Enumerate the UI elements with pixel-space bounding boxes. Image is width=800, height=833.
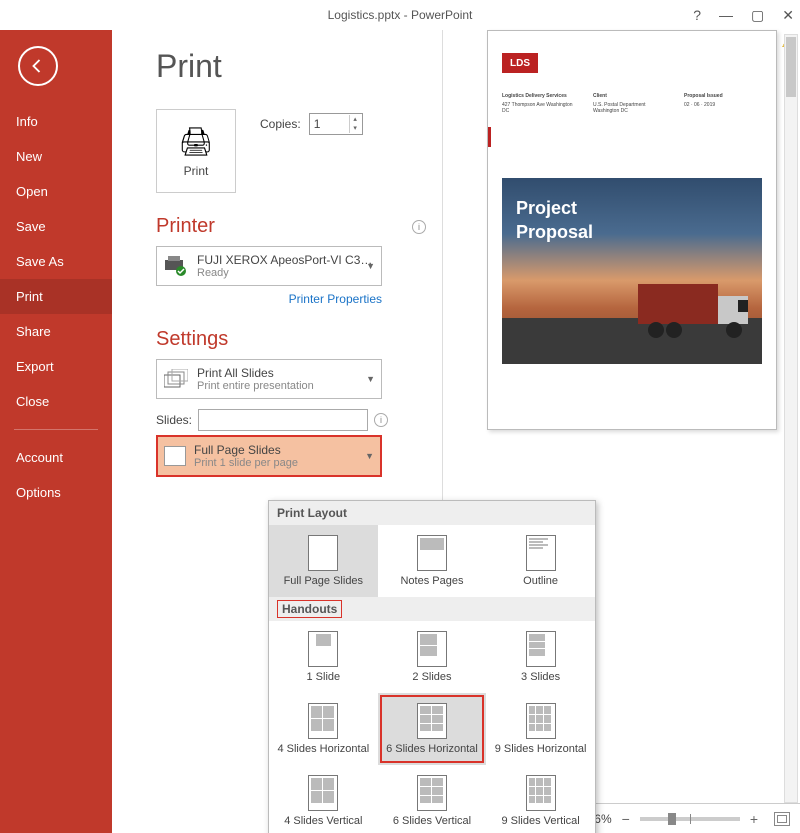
- slides-input[interactable]: [198, 409, 368, 431]
- page-layout-icon: [164, 446, 186, 466]
- printer-properties-link[interactable]: Printer Properties: [156, 292, 382, 306]
- chevron-down-icon: ▼: [365, 451, 374, 461]
- preview-scrollbar[interactable]: [784, 34, 798, 803]
- minimize-icon[interactable]: —: [719, 7, 733, 23]
- info-icon[interactable]: i: [412, 220, 426, 234]
- printer-header: Printer: [156, 215, 215, 238]
- spin-up-icon[interactable]: ▴: [350, 115, 361, 124]
- sidebar-item-options[interactable]: Options: [0, 475, 112, 510]
- zoom-slider[interactable]: [640, 817, 740, 821]
- fit-to-window-button[interactable]: [774, 812, 790, 826]
- printer-select[interactable]: FUJI XEROX ApeosPort-VI C3… Ready ▼: [156, 246, 382, 286]
- dropdown-header-layout: Print Layout: [269, 501, 595, 525]
- back-button[interactable]: [18, 46, 58, 86]
- info-icon[interactable]: i: [374, 413, 388, 427]
- copies-value: 1: [314, 117, 321, 131]
- sidebar-item-account[interactable]: Account: [0, 440, 112, 475]
- preview-logo: LDS: [502, 53, 538, 73]
- sidebar-item-export[interactable]: Export: [0, 349, 112, 384]
- sidebar-item-info[interactable]: Info: [0, 104, 112, 139]
- layout-title: Full Page Slides: [194, 443, 298, 457]
- print-range-sub: Print entire presentation: [197, 380, 314, 392]
- window-title: Logistics.pptx - PowerPoint: [328, 8, 473, 22]
- print-button-label: Print: [184, 164, 209, 178]
- sidebar-item-share[interactable]: Share: [0, 314, 112, 349]
- preview-page: LDS Logistics Delivery Services427 Thomp…: [487, 30, 777, 430]
- printer-status: Ready: [197, 267, 372, 279]
- sidebar-item-print[interactable]: Print: [0, 279, 112, 314]
- preview-slide-image: Project Proposal: [502, 178, 762, 364]
- page-title: Print: [156, 48, 442, 85]
- copies-label: Copies:: [260, 117, 301, 131]
- help-icon[interactable]: ?: [693, 7, 701, 23]
- zoom-in-button[interactable]: +: [746, 811, 762, 827]
- handout-4h[interactable]: 4 Slides Horizontal: [269, 693, 378, 765]
- layout-notes-pages[interactable]: Notes Pages: [378, 525, 487, 597]
- close-icon[interactable]: ✕: [782, 7, 794, 24]
- printer-name: FUJI XEROX ApeosPort-VI C3…: [197, 253, 372, 267]
- dropdown-header-handouts: Handouts: [269, 597, 595, 621]
- print-range-select[interactable]: Print All Slides Print entire presentati…: [156, 359, 382, 399]
- printer-icon: 🖨: [178, 125, 214, 158]
- layout-full-page[interactable]: Full Page Slides: [269, 525, 378, 597]
- layout-select[interactable]: Full Page Slides Print 1 slide per page …: [156, 435, 382, 477]
- sidebar-item-save[interactable]: Save: [0, 209, 112, 244]
- handout-6v[interactable]: 6 Slides Vertical: [378, 765, 487, 833]
- print-range-title: Print All Slides: [197, 366, 314, 380]
- handout-2[interactable]: 2 Slides: [378, 621, 487, 693]
- handout-9h[interactable]: 9 Slides Horizontal: [486, 693, 595, 765]
- maximize-icon[interactable]: ▢: [751, 7, 764, 24]
- layout-sub: Print 1 slide per page: [194, 457, 298, 469]
- zoom-out-button[interactable]: −: [618, 811, 634, 827]
- handout-4v[interactable]: 4 Slides Vertical: [269, 765, 378, 833]
- slides-label: Slides:: [156, 413, 192, 427]
- backstage-sidebar: Info New Open Save Save As Print Share E…: [0, 30, 112, 833]
- copies-stepper[interactable]: 1 ▴▾: [309, 113, 363, 135]
- sidebar-item-open[interactable]: Open: [0, 174, 112, 209]
- settings-header: Settings: [156, 328, 228, 351]
- print-button[interactable]: 🖨 Print: [156, 109, 236, 193]
- sidebar-item-close[interactable]: Close: [0, 384, 112, 419]
- printer-ready-icon: [163, 253, 189, 279]
- handout-1[interactable]: 1 Slide: [269, 621, 378, 693]
- sidebar-item-new[interactable]: New: [0, 139, 112, 174]
- layout-outline[interactable]: Outline: [486, 525, 595, 597]
- sidebar-item-saveas[interactable]: Save As: [0, 244, 112, 279]
- chevron-down-icon: ▼: [366, 261, 375, 271]
- layout-dropdown: Print Layout Full Page Slides Notes Page…: [268, 500, 596, 833]
- handout-6h[interactable]: 6 Slides Horizontal: [378, 693, 487, 765]
- titlebar: Logistics.pptx - PowerPoint ? — ▢ ✕: [0, 0, 800, 30]
- handout-3[interactable]: 3 Slides: [486, 621, 595, 693]
- slides-stack-icon: [163, 366, 189, 392]
- spin-down-icon[interactable]: ▾: [350, 124, 361, 133]
- chevron-down-icon: ▼: [366, 374, 375, 384]
- handout-9v[interactable]: 9 Slides Vertical: [486, 765, 595, 833]
